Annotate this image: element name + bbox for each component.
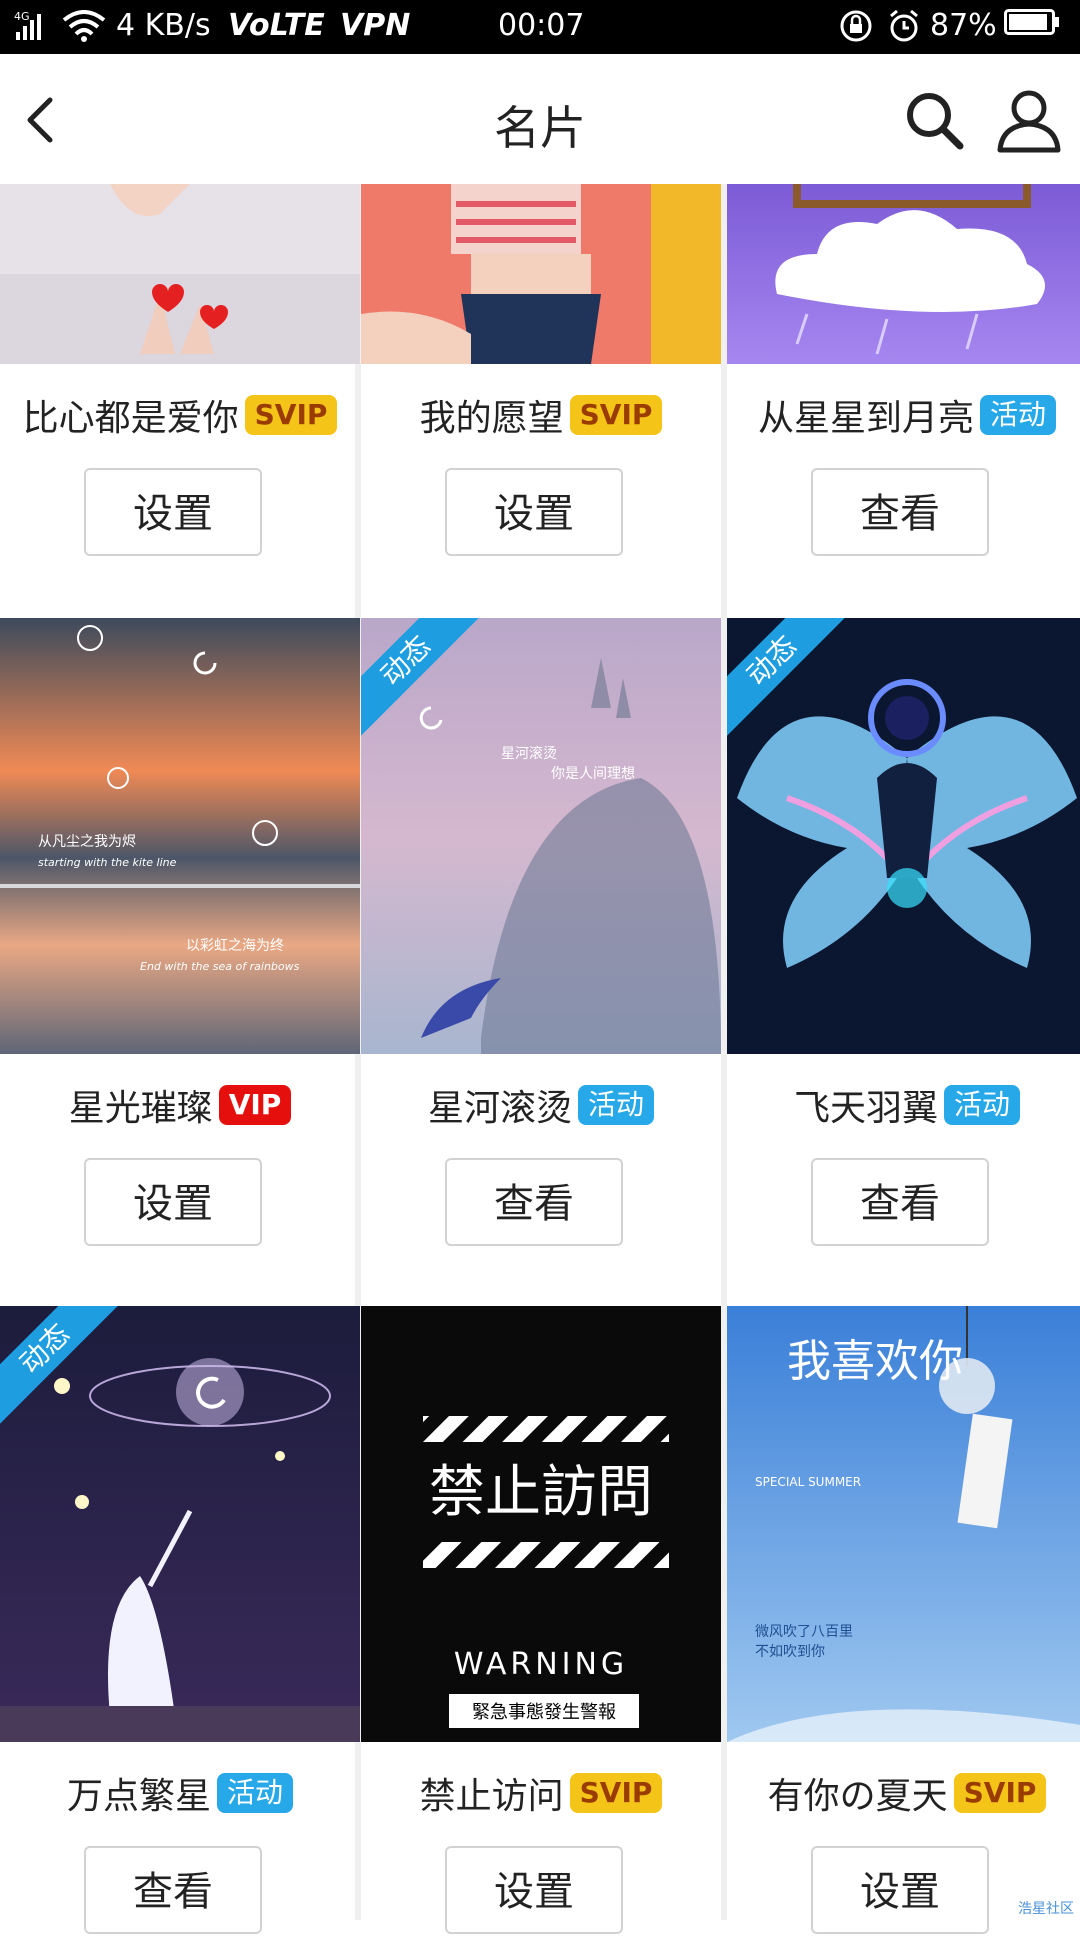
svg-text:你是人间理想: 你是人间理想: [551, 766, 635, 782]
set-button[interactable]: 设置: [84, 468, 262, 556]
svip-badge: SVIP: [953, 1773, 1047, 1813]
card-title: 比心都是爱你: [22, 398, 239, 439]
card-title: 从星星到月亮: [757, 398, 974, 439]
card-summer[interactable]: 我喜欢你 SPECIAL SUMMER 微风吹了八百里 不如吹到你 有你の夏天 …: [727, 1306, 1080, 1934]
event-badge: 活动: [944, 1085, 1021, 1125]
card-title: 万点繁星: [66, 1776, 211, 1817]
card-thumbnail[interactable]: 你是人间理想 星河滚烫 动态: [361, 618, 721, 1054]
search-icon: [907, 93, 964, 150]
svg-text:End with the sea of rainbows: End with the sea of rainbows: [140, 960, 300, 973]
network-speed: 4 KB/s: [116, 8, 211, 43]
svg-text:不如吹到你: 不如吹到你: [755, 1644, 825, 1660]
back-button[interactable]: [14, 90, 74, 150]
svg-text:SPECIAL SUMMER: SPECIAL SUMMER: [755, 1475, 861, 1489]
card-title-row: 从星星到月亮 活动: [727, 390, 1080, 440]
view-button[interactable]: 查看: [811, 1158, 989, 1246]
volte-indicator: VoLTE: [228, 8, 325, 43]
card-wings[interactable]: 动态 飞天羽翼 活动 查看: [727, 618, 1080, 1304]
card-title: 有你の夏天: [767, 1776, 948, 1817]
signal-icon: 4G: [14, 8, 58, 50]
card-title-row: 我的愿望 SVIP: [361, 390, 721, 440]
card-title: 禁止访问: [419, 1776, 564, 1817]
card-title-row: 星河滚烫 活动: [361, 1080, 721, 1130]
svg-text:WARNING: WARNING: [454, 1647, 628, 1682]
card-thumbnail[interactable]: 动态: [727, 618, 1080, 1054]
view-button[interactable]: 查看: [445, 1158, 623, 1246]
svg-text:以彩虹之海为终: 以彩虹之海为终: [186, 938, 284, 954]
view-button[interactable]: 查看: [811, 468, 989, 556]
set-button[interactable]: 设置: [445, 468, 623, 556]
user-icon: [997, 90, 1061, 153]
card-no-access[interactable]: 禁止訪問 WARNING 緊急事態發生警報 禁止访问 SVIP 设置: [361, 1306, 721, 1934]
card-title-row: 禁止访问 SVIP: [361, 1768, 721, 1818]
svg-text:4G: 4G: [14, 10, 30, 23]
card-thumbnail[interactable]: [727, 184, 1080, 364]
chevron-left-icon: [27, 97, 53, 143]
vip-badge: VIP: [218, 1085, 292, 1125]
card-title-row: 飞天羽翼 活动: [727, 1080, 1080, 1130]
alarm-icon: [886, 8, 922, 52]
card-starlight[interactable]: 从凡尘之我为烬 starting with the kite line 以彩虹之…: [0, 618, 360, 1304]
card-title: 我的愿望: [419, 398, 564, 439]
clock: 00:07: [498, 8, 585, 43]
card-title: 飞天羽翼: [793, 1088, 938, 1129]
card-grid: 比心都是爱你 SVIP 设置 我的愿望 SVIP 设置 从星星到月亮 活动 查看…: [0, 184, 1080, 1934]
card-thumbnail[interactable]: 我喜欢你 SPECIAL SUMMER 微风吹了八百里 不如吹到你: [727, 1306, 1080, 1742]
svip-badge: SVIP: [244, 395, 338, 435]
card-galaxy[interactable]: 你是人间理想 星河滚烫 动态 星河滚烫 活动 查看: [361, 618, 721, 1304]
set-button[interactable]: 设置: [84, 1158, 262, 1246]
svg-text:从凡尘之我为烬: 从凡尘之我为烬: [38, 834, 136, 850]
card-thumbnail[interactable]: 动态: [0, 1306, 360, 1742]
event-badge: 活动: [217, 1773, 294, 1813]
card-title: 星光璀璨: [68, 1088, 213, 1129]
card-thumbnail[interactable]: [0, 184, 360, 364]
vpn-indicator: VPN: [340, 8, 411, 43]
status-bar: 4G 4 KB/s VoLTE VPN 00:07 87%: [0, 0, 1080, 54]
svg-text:starting with the kite line: starting with the kite line: [38, 856, 177, 869]
view-button[interactable]: 查看: [84, 1846, 262, 1934]
card-title-row: 比心都是爱你 SVIP: [0, 390, 360, 440]
card-title: 星河滚烫: [427, 1088, 572, 1129]
svg-text:我喜欢你: 我喜欢你: [787, 1336, 963, 1387]
svg-text:禁止訪問: 禁止訪問: [429, 1460, 653, 1525]
watermark: 浩星社区: [1018, 1901, 1074, 1917]
card-stars[interactable]: 动态 万点繁星 活动 查看: [0, 1306, 360, 1934]
svip-badge: SVIP: [569, 1773, 663, 1813]
svip-badge: SVIP: [569, 395, 663, 435]
card-title-row: 万点繁星 活动: [0, 1768, 360, 1818]
card-title-row: 有你の夏天 SVIP: [727, 1768, 1080, 1818]
rotation-lock-icon: [838, 8, 874, 52]
profile-button[interactable]: [994, 84, 1064, 154]
app-header: 名片: [0, 54, 1080, 184]
card-thumbnail[interactable]: [361, 184, 721, 364]
search-button[interactable]: [902, 88, 966, 152]
card-thumbnail[interactable]: 从凡尘之我为烬 starting with the kite line 以彩虹之…: [0, 618, 360, 1054]
card-title-row: 星光璀璨 VIP: [0, 1080, 360, 1130]
svg-text:微风吹了八百里: 微风吹了八百里: [755, 1624, 853, 1640]
battery-percent: 87%: [930, 8, 997, 43]
svg-text:緊急事態發生警報: 緊急事態發生警報: [472, 1702, 616, 1723]
card-thumbnail[interactable]: 禁止訪問 WARNING 緊急事態發生警報: [361, 1306, 721, 1742]
set-button[interactable]: 设置: [445, 1846, 623, 1934]
set-button[interactable]: 设置: [811, 1846, 989, 1934]
wifi-icon: [62, 10, 106, 50]
battery-icon: [1004, 8, 1060, 35]
event-badge: 活动: [578, 1085, 655, 1125]
event-badge: 活动: [980, 395, 1057, 435]
svg-text:星河滚烫: 星河滚烫: [501, 745, 557, 762]
